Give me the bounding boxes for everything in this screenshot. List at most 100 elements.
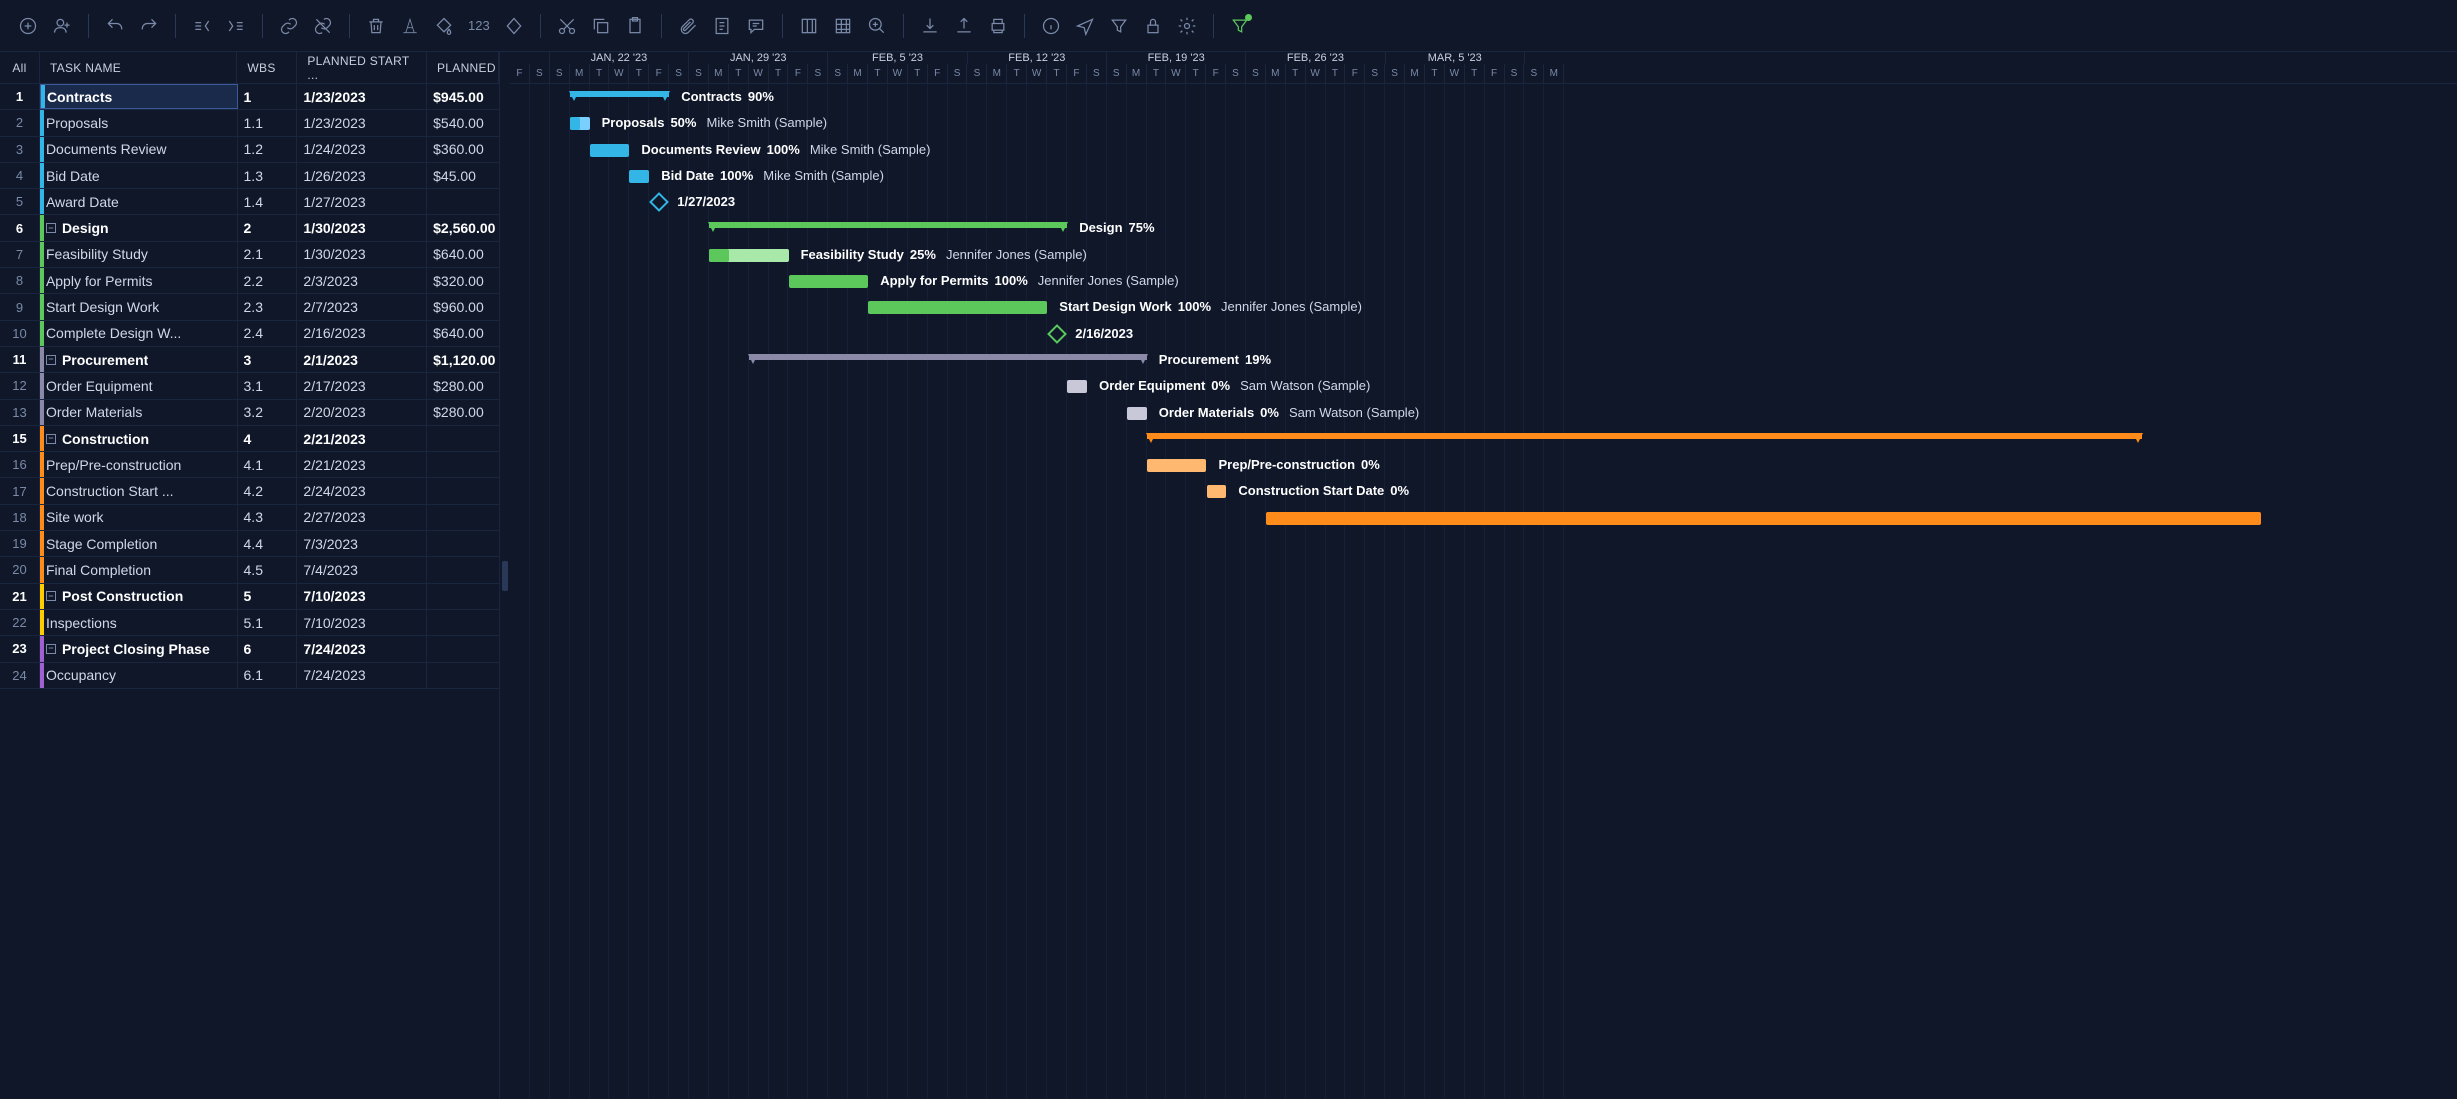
task-name-cell[interactable]: −Post Construction xyxy=(40,584,238,609)
task-name-cell[interactable]: Feasibility Study xyxy=(40,242,238,267)
row-number[interactable]: 6 xyxy=(0,215,40,240)
table-row[interactable]: 12Order Equipment3.12/17/2023$280.00 xyxy=(0,373,499,399)
cost-cell[interactable]: $540.00 xyxy=(427,110,499,135)
task-name-cell[interactable]: Apply for Permits xyxy=(40,268,238,293)
cost-cell[interactable]: $1,120.00 xyxy=(427,347,499,372)
cost-cell[interactable]: $280.00 xyxy=(427,400,499,425)
task-name-cell[interactable]: Bid Date xyxy=(40,163,238,188)
start-date-cell[interactable]: 2/16/2023 xyxy=(297,321,427,346)
task-name-cell[interactable]: Award Date xyxy=(40,189,238,214)
start-date-cell[interactable]: 1/27/2023 xyxy=(297,189,427,214)
task-name-cell[interactable]: −Project Closing Phase xyxy=(40,636,238,661)
table-row[interactable]: 2Proposals1.11/23/2023$540.00 xyxy=(0,110,499,136)
table-row[interactable]: 9Start Design Work2.32/7/2023$960.00 xyxy=(0,294,499,320)
task-name-cell[interactable]: Site work xyxy=(40,505,238,530)
row-number[interactable]: 8 xyxy=(0,268,40,293)
row-number[interactable]: 3 xyxy=(0,137,40,162)
col-header-all[interactable]: All xyxy=(0,52,40,83)
gantt-row[interactable] xyxy=(510,557,2457,583)
row-number[interactable]: 7 xyxy=(0,242,40,267)
row-number[interactable]: 4 xyxy=(0,163,40,188)
gantt-row[interactable]: Proposals50%Mike Smith (Sample) xyxy=(510,110,2457,136)
cost-cell[interactable] xyxy=(427,505,499,530)
gantt-row[interactable]: Feasibility Study25%Jennifer Jones (Samp… xyxy=(510,242,2457,268)
gantt-row[interactable]: Apply for Permits100%Jennifer Jones (Sam… xyxy=(510,268,2457,294)
cost-cell[interactable] xyxy=(427,557,499,582)
start-date-cell[interactable]: 1/23/2023 xyxy=(297,84,427,109)
table-row[interactable]: 19Stage Completion4.47/3/2023 xyxy=(0,531,499,557)
collapse-toggle-icon[interactable]: − xyxy=(46,644,56,654)
task-name-cell[interactable]: Construction Start ... xyxy=(40,478,238,503)
collapse-toggle-icon[interactable]: − xyxy=(46,223,56,233)
table-row[interactable]: 18Site work4.32/27/2023 xyxy=(0,505,499,531)
task-bar[interactable] xyxy=(590,144,630,157)
attachment-icon[interactable] xyxy=(674,12,702,40)
milestone-toggle-icon[interactable] xyxy=(500,12,528,40)
wbs-cell[interactable]: 4 xyxy=(238,426,298,451)
row-number[interactable]: 23 xyxy=(0,636,40,661)
redo-icon[interactable] xyxy=(135,12,163,40)
gantt-row[interactable]: Contracts90% xyxy=(510,84,2457,110)
summary-bar[interactable] xyxy=(570,91,670,97)
add-user-icon[interactable] xyxy=(48,12,76,40)
task-name-cell[interactable]: −Design xyxy=(40,215,238,240)
row-number[interactable]: 9 xyxy=(0,294,40,319)
task-name-cell[interactable]: −Procurement xyxy=(40,347,238,372)
wbs-cell[interactable]: 1.3 xyxy=(238,163,298,188)
cost-cell[interactable] xyxy=(427,584,499,609)
gantt-row[interactable] xyxy=(510,426,2457,452)
undo-icon[interactable] xyxy=(101,12,129,40)
task-name-cell[interactable]: Prep/Pre-construction xyxy=(40,452,238,477)
table-row[interactable]: 20Final Completion4.57/4/2023 xyxy=(0,557,499,583)
send-icon[interactable] xyxy=(1071,12,1099,40)
wbs-cell[interactable]: 2.2 xyxy=(238,268,298,293)
gantt-row[interactable] xyxy=(510,505,2457,531)
task-bar[interactable] xyxy=(1067,380,1087,393)
task-bar[interactable] xyxy=(709,249,789,262)
wbs-cell[interactable]: 5.1 xyxy=(238,610,298,635)
wbs-cell[interactable]: 4.1 xyxy=(238,452,298,477)
table-row[interactable]: 17Construction Start ...4.22/24/2023 xyxy=(0,478,499,504)
cost-cell[interactable]: $640.00 xyxy=(427,321,499,346)
row-number[interactable]: 24 xyxy=(0,663,40,688)
wbs-cell[interactable]: 3.1 xyxy=(238,373,298,398)
table-row[interactable]: 6−Design21/30/2023$2,560.00 xyxy=(0,215,499,241)
gantt-row[interactable]: Bid Date100%Mike Smith (Sample) xyxy=(510,163,2457,189)
unlink-icon[interactable] xyxy=(309,12,337,40)
start-date-cell[interactable]: 2/20/2023 xyxy=(297,400,427,425)
row-number[interactable]: 18 xyxy=(0,505,40,530)
zoom-icon[interactable] xyxy=(863,12,891,40)
col-header-name[interactable]: TASK NAME xyxy=(40,52,237,83)
table-row[interactable]: 22Inspections5.17/10/2023 xyxy=(0,610,499,636)
milestone-marker[interactable] xyxy=(649,192,669,212)
gantt-row[interactable]: Design75% xyxy=(510,215,2457,241)
task-bar[interactable] xyxy=(1266,512,2261,525)
gantt-row[interactable]: 2/16/2023 xyxy=(510,321,2457,347)
wbs-cell[interactable]: 2.4 xyxy=(238,321,298,346)
gantt-row[interactable] xyxy=(510,531,2457,557)
wbs-cell[interactable]: 6.1 xyxy=(238,663,298,688)
col-header-start[interactable]: PLANNED START ... xyxy=(297,52,427,83)
wbs-cell[interactable]: 4.5 xyxy=(238,557,298,582)
gantt-row[interactable] xyxy=(510,663,2457,689)
font-icon[interactable] xyxy=(396,12,424,40)
task-name-cell[interactable]: Complete Design W... xyxy=(40,321,238,346)
start-date-cell[interactable]: 7/10/2023 xyxy=(297,584,427,609)
start-date-cell[interactable]: 1/24/2023 xyxy=(297,137,427,162)
gantt-row[interactable]: Procurement19% xyxy=(510,347,2457,373)
row-number[interactable]: 22 xyxy=(0,610,40,635)
collapse-toggle-icon[interactable]: − xyxy=(46,591,56,601)
start-date-cell[interactable]: 2/21/2023 xyxy=(297,426,427,451)
task-bar[interactable] xyxy=(629,170,649,183)
col-header-cost[interactable]: PLANNED xyxy=(427,52,499,83)
start-date-cell[interactable]: 7/24/2023 xyxy=(297,663,427,688)
collapse-toggle-icon[interactable]: − xyxy=(46,355,56,365)
wbs-cell[interactable]: 1.4 xyxy=(238,189,298,214)
start-date-cell[interactable]: 1/30/2023 xyxy=(297,242,427,267)
wbs-cell[interactable]: 6 xyxy=(238,636,298,661)
start-date-cell[interactable]: 1/26/2023 xyxy=(297,163,427,188)
grid-icon[interactable] xyxy=(829,12,857,40)
filter-icon[interactable] xyxy=(1105,12,1133,40)
cost-cell[interactable]: $960.00 xyxy=(427,294,499,319)
wbs-cell[interactable]: 2.3 xyxy=(238,294,298,319)
